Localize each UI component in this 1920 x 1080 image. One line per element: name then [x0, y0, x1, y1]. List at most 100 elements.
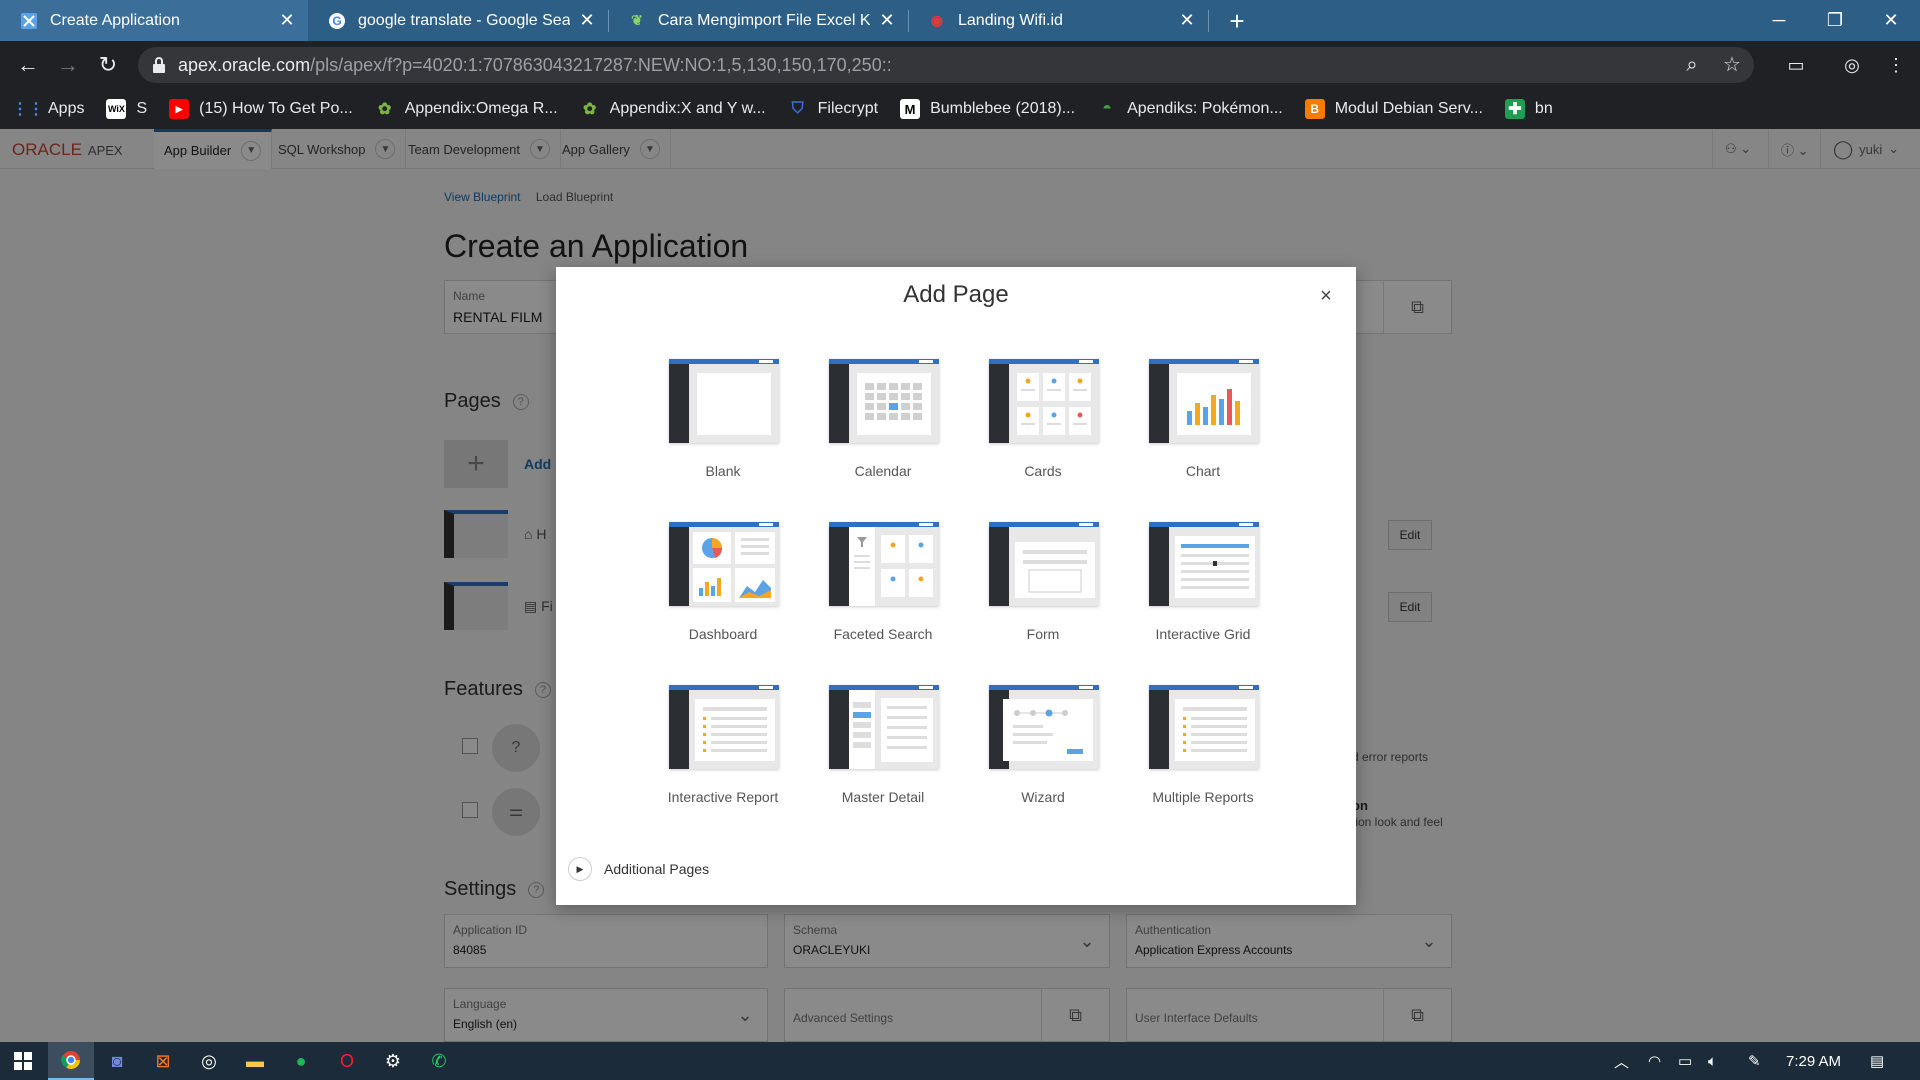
volume-icon[interactable]: 🔈︎: [1708, 1042, 1717, 1080]
settings-gear-icon[interactable]: ⚙: [370, 1042, 416, 1080]
tile-multiple-reports[interactable]: Multiple Reports: [1128, 685, 1278, 815]
tile-dashboard[interactable]: Dashboard: [648, 522, 798, 652]
wiki-icon: ✿: [377, 101, 392, 118]
google-icon: G: [328, 12, 346, 30]
close-tab-icon[interactable]: ✕: [1178, 10, 1196, 31]
obs-icon[interactable]: ◎: [186, 1042, 232, 1080]
opera-icon[interactable]: O: [324, 1042, 370, 1080]
bookmark-wix[interactable]: WiX S: [106, 99, 147, 119]
wix-icon: WiX: [106, 99, 127, 119]
wiki-icon: ✿: [582, 101, 597, 118]
tile-faceted-search[interactable]: Faceted Search: [808, 522, 958, 652]
address-bar-row: ← → ↻ apex.oracle.com/pls/apex/f?p=4020:…: [0, 41, 1920, 89]
tile-form[interactable]: Form: [968, 522, 1118, 652]
pen-icon[interactable]: ✎: [1748, 1042, 1761, 1080]
dialog-title: Add Page: [903, 281, 1009, 308]
bookmarks-bar: ⋮⋮ Apps WiX S ▶ (15) How To Get Po... ✿ Appe…: [0, 89, 1920, 129]
wizard-thumbnail: [989, 685, 1099, 769]
spotify-icon[interactable]: ●: [278, 1042, 324, 1080]
file-explorer-icon[interactable]: ▬: [232, 1042, 278, 1080]
notification-icon[interactable]: ▤: [1870, 1042, 1884, 1080]
leaf-icon: ❦: [631, 12, 643, 28]
battery-icon[interactable]: ▭: [1678, 1042, 1692, 1080]
multiple-reports-thumbnail: [1149, 685, 1259, 769]
tray-chevron-icon[interactable]: ︿: [1614, 1042, 1629, 1080]
interactive-grid-thumbnail: [1149, 522, 1259, 606]
discord-icon[interactable]: ◙: [94, 1042, 140, 1080]
tab-title: Create Application: [50, 11, 180, 29]
tab-title: google translate - Google Search: [358, 11, 570, 29]
interactive-report-thumbnail: [669, 685, 779, 769]
bookmark-youtube[interactable]: ▶ (15) How To Get Po...: [169, 99, 353, 119]
faceted-search-thumbnail: [829, 522, 939, 606]
calendar-thumbnail: [829, 359, 939, 443]
bookmark-omega[interactable]: ✿ Appendix:Omega R...: [375, 99, 558, 119]
blogger-icon: B: [1304, 99, 1325, 119]
dashboard-thumbnail: [669, 522, 779, 606]
master-detail-thumbnail: [829, 685, 939, 769]
close-tab-icon[interactable]: ✕: [278, 10, 296, 31]
bookmark-apps[interactable]: ⋮⋮ Apps: [12, 99, 84, 119]
bookmark-bn[interactable]: ✚ bn: [1504, 99, 1553, 119]
browser-tab-bar: Create Application ✕ G google translate …: [0, 0, 1920, 41]
url-text: apex.oracle.com/pls/apex/f?p=4020:1:7078…: [178, 55, 892, 75]
youtube-icon: ▶: [169, 99, 190, 119]
whatsapp-icon[interactable]: ✆: [416, 1042, 462, 1080]
tab-create-application[interactable]: Create Application ✕: [0, 0, 308, 41]
minimize-icon[interactable]: ─: [1750, 0, 1808, 41]
shield-icon: ⛉: [791, 100, 804, 117]
apex-icon: [20, 12, 38, 30]
tile-interactive-report[interactable]: Interactive Report: [648, 685, 798, 815]
close-tab-icon[interactable]: ✕: [578, 10, 596, 31]
restore-icon[interactable]: ❐: [1806, 0, 1864, 41]
lock-icon: [153, 57, 165, 73]
additional-pages-toggle[interactable]: ▶ Additional Pages: [568, 857, 709, 881]
tile-cards[interactable]: Cards: [968, 359, 1118, 489]
chrome-icon[interactable]: [48, 1042, 94, 1080]
add-page-dialog: Add Page × Blank Calendar Cards Chart Da…: [556, 267, 1356, 905]
wifi-tray-icon[interactable]: ◠: [1648, 1042, 1661, 1080]
zoom-icon[interactable]: ⌕: [1680, 53, 1704, 77]
pokeball-icon: ◓: [1102, 100, 1112, 117]
m-icon: M: [900, 99, 921, 119]
form-thumbnail: [989, 522, 1099, 606]
reload-icon[interactable]: ↻: [92, 49, 124, 81]
tab-google-translate[interactable]: G google translate - Google Search ✕: [308, 0, 608, 41]
cast-icon[interactable]: ▭: [1780, 49, 1812, 81]
back-icon[interactable]: ←: [12, 49, 44, 81]
profile-avatar-icon[interactable]: ◎: [1836, 49, 1868, 81]
star-icon[interactable]: ☆: [1720, 53, 1744, 77]
clock-time[interactable]: 7:29 AM: [1786, 1042, 1841, 1080]
new-tab-button[interactable]: +: [1220, 4, 1254, 38]
windows-taskbar: ◙ ⊠ ◎ ▬ ● O ⚙ ✆ ︿ ◠ ▭ 🔈︎ ✎ 7:29 AM ▤: [0, 1042, 1920, 1080]
bookmark-debian[interactable]: B Modul Debian Serv...: [1304, 99, 1483, 119]
bookmark-filecrypt[interactable]: ⛉ Filecrypt: [788, 99, 878, 119]
tab-title: Cara Mengimport File Excel Ke Si: [658, 11, 870, 29]
bookmark-pokemon[interactable]: ◓ Apendiks: Pokémon...: [1097, 99, 1282, 119]
tile-interactive-grid[interactable]: Interactive Grid: [1128, 522, 1278, 652]
bookmark-xy[interactable]: ✿ Appendix:X and Y w...: [580, 99, 766, 119]
chart-thumbnail: [1149, 359, 1259, 443]
bookmark-bumblebee[interactable]: M Bumblebee (2018)...: [900, 99, 1075, 119]
xampp-icon[interactable]: ⊠: [140, 1042, 186, 1080]
menu-dots-icon[interactable]: ⋮: [1880, 49, 1912, 81]
forward-icon[interactable]: →: [52, 49, 84, 81]
tile-master-detail[interactable]: Master Detail: [808, 685, 958, 815]
tab-cara-mengimport[interactable]: ❦ Cara Mengimport File Excel Ke Si ✕: [608, 0, 908, 41]
windows-start-icon[interactable]: [0, 1042, 46, 1080]
svg-text:G: G: [332, 14, 341, 28]
blank-thumbnail: [669, 359, 779, 443]
tile-blank[interactable]: Blank: [648, 359, 798, 489]
url-input[interactable]: apex.oracle.com/pls/apex/f?p=4020:1:7078…: [138, 47, 1754, 83]
apps-grid-icon: ⋮⋮: [12, 101, 44, 118]
close-tab-icon[interactable]: ✕: [878, 10, 896, 31]
plus-green-icon: ✚: [1504, 99, 1525, 119]
close-icon[interactable]: ×: [1316, 285, 1336, 308]
tab-separator: [1208, 10, 1209, 32]
tile-chart[interactable]: Chart: [1128, 359, 1278, 489]
tile-wizard[interactable]: Wizard: [968, 685, 1118, 815]
tile-calendar[interactable]: Calendar: [808, 359, 958, 489]
close-window-icon[interactable]: ✕: [1862, 0, 1920, 41]
cards-thumbnail: [989, 359, 1099, 443]
tab-landing-wifi[interactable]: ◉ Landing Wifi.id ✕: [908, 0, 1208, 41]
